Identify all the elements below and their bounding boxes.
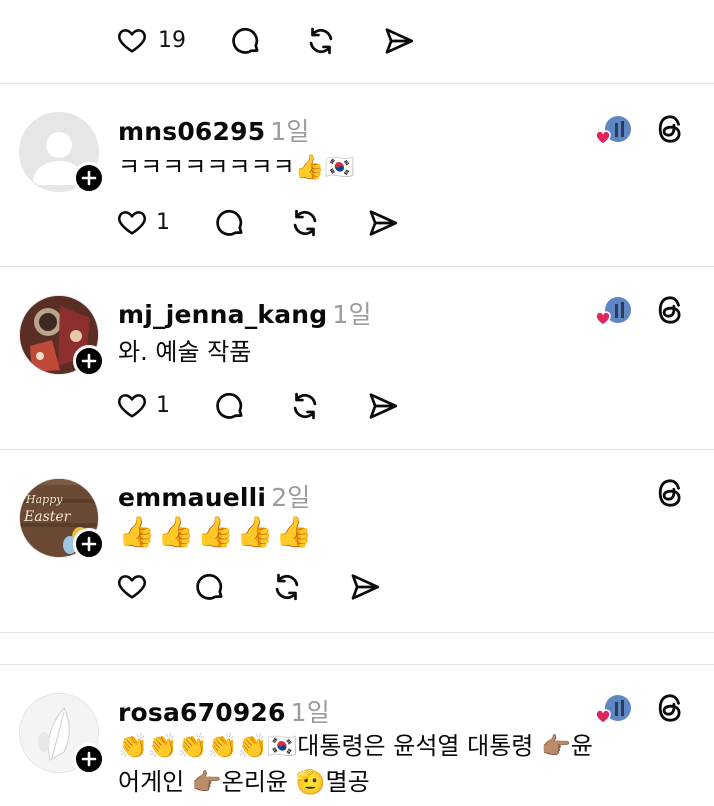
thread-post: mns06295 1일 ㅋㅋㅋㅋㅋㅋㅋㅋ👍🇰🇷 1	[0, 84, 714, 266]
send-arrow-icon	[369, 393, 398, 419]
username-text[interactable]: emmauelli	[118, 483, 266, 512]
threads-logo-icon[interactable]	[654, 112, 686, 146]
thread-post: mj_jenna_kang 1일 와. 예술 작품 1	[0, 267, 714, 449]
avatar-caption-happy: Happy	[25, 493, 63, 506]
threads-logo-icon[interactable]	[654, 293, 686, 327]
avatar-wrap	[19, 693, 105, 775]
share-button[interactable]	[382, 24, 416, 58]
heart-with-avatar-icon	[595, 116, 631, 145]
post-time: 1일	[270, 117, 310, 146]
post-actions: 1	[116, 389, 436, 429]
like-count: 19	[158, 28, 186, 53]
reply-button[interactable]	[228, 24, 262, 58]
avatar-wrap: Happy Easter	[19, 478, 105, 560]
repost-arrows-icon	[293, 209, 317, 237]
avatar-wrap	[19, 112, 105, 194]
avatar-wrap	[19, 295, 105, 377]
post-text-line-1: 👏👏👏👏👏🇰🇷대통령은 윤석열 대통령 👉🏽윤	[118, 732, 593, 760]
threads-logo-icon[interactable]	[654, 476, 686, 510]
like-button[interactable]	[116, 389, 148, 423]
thread-post: Happy Easter emmauelli 2일 👍👍👍👍👍	[0, 450, 714, 632]
share-button[interactable]	[348, 570, 382, 604]
post-header-icons	[586, 293, 686, 329]
post-text: 와. 예술 작품	[118, 338, 252, 366]
avatar-caption-easter: Easter	[23, 509, 72, 525]
username[interactable]: mj_jenna_kang 1일	[118, 295, 372, 331]
heart-outline-icon	[118, 575, 146, 599]
like-button[interactable]	[116, 570, 148, 604]
share-button[interactable]	[366, 206, 400, 240]
speech-bubble-icon	[216, 392, 243, 419]
plus-icon	[81, 353, 97, 369]
like-count: 1	[156, 393, 170, 418]
reply-button[interactable]	[212, 389, 246, 423]
like-button[interactable]	[116, 24, 148, 58]
thread-post: rosa670926 1일 👏👏👏👏👏🇰🇷대통령은 윤석열 대통령 👉🏽윤 어게인…	[0, 665, 714, 806]
post-time: 1일	[290, 698, 330, 727]
username[interactable]: emmauelli 2일	[118, 478, 311, 514]
send-arrow-icon	[351, 574, 380, 600]
follow-button[interactable]	[73, 345, 105, 377]
send-arrow-icon	[369, 210, 398, 236]
speech-bubble-icon	[232, 27, 259, 54]
heart-outline-icon	[118, 29, 146, 53]
liked-by-author-badge	[594, 114, 634, 148]
post-header-icons	[586, 112, 686, 148]
username[interactable]: mns06295 1일	[118, 112, 310, 148]
divider	[0, 632, 714, 633]
speech-bubble-icon	[216, 209, 243, 236]
post-actions	[116, 570, 436, 610]
plus-icon	[81, 536, 97, 552]
post-text: ㅋㅋㅋㅋㅋㅋㅋㅋ👍🇰🇷	[118, 153, 355, 181]
repost-button[interactable]	[270, 570, 304, 604]
like-button[interactable]	[116, 206, 148, 240]
reply-button[interactable]	[192, 570, 226, 604]
username-text[interactable]: rosa670926	[118, 698, 286, 727]
follow-button[interactable]	[73, 528, 105, 560]
post-actions: 1	[116, 206, 436, 246]
reply-button[interactable]	[212, 206, 246, 240]
share-button[interactable]	[366, 389, 400, 423]
top-post-actions: 19	[116, 24, 436, 64]
repost-arrows-icon	[309, 27, 333, 55]
follow-button[interactable]	[73, 162, 105, 194]
plus-icon	[81, 751, 97, 767]
repost-button[interactable]	[304, 24, 338, 58]
username[interactable]: rosa670926 1일	[118, 693, 330, 729]
post-time: 1일	[332, 300, 372, 329]
post-header-icons	[586, 476, 686, 512]
follow-button[interactable]	[73, 743, 105, 775]
repost-arrows-icon	[293, 392, 317, 420]
repost-arrows-icon	[275, 573, 299, 601]
repost-button[interactable]	[288, 389, 322, 423]
liked-by-author-badge	[594, 295, 634, 329]
repost-button[interactable]	[288, 206, 322, 240]
username-text[interactable]: mns06295	[118, 117, 265, 146]
heart-outline-icon	[118, 394, 146, 418]
post-header-icons	[586, 691, 686, 727]
liked-by-author-badge	[594, 693, 634, 727]
send-arrow-icon	[385, 28, 414, 54]
heart-outline-icon	[118, 211, 146, 235]
threads-logo-icon[interactable]	[654, 691, 686, 725]
post-text-line-2: 어게인 👉🏽온리윤 🫡멸공	[118, 768, 370, 796]
heart-with-avatar-icon	[595, 695, 631, 724]
plus-icon	[81, 170, 97, 186]
post-text: 👍👍👍👍👍	[118, 515, 315, 550]
username-text[interactable]: mj_jenna_kang	[118, 300, 327, 329]
heart-with-avatar-icon	[595, 297, 631, 326]
like-count: 1	[156, 210, 170, 235]
post-time: 2일	[271, 483, 311, 512]
speech-bubble-icon	[196, 573, 223, 600]
